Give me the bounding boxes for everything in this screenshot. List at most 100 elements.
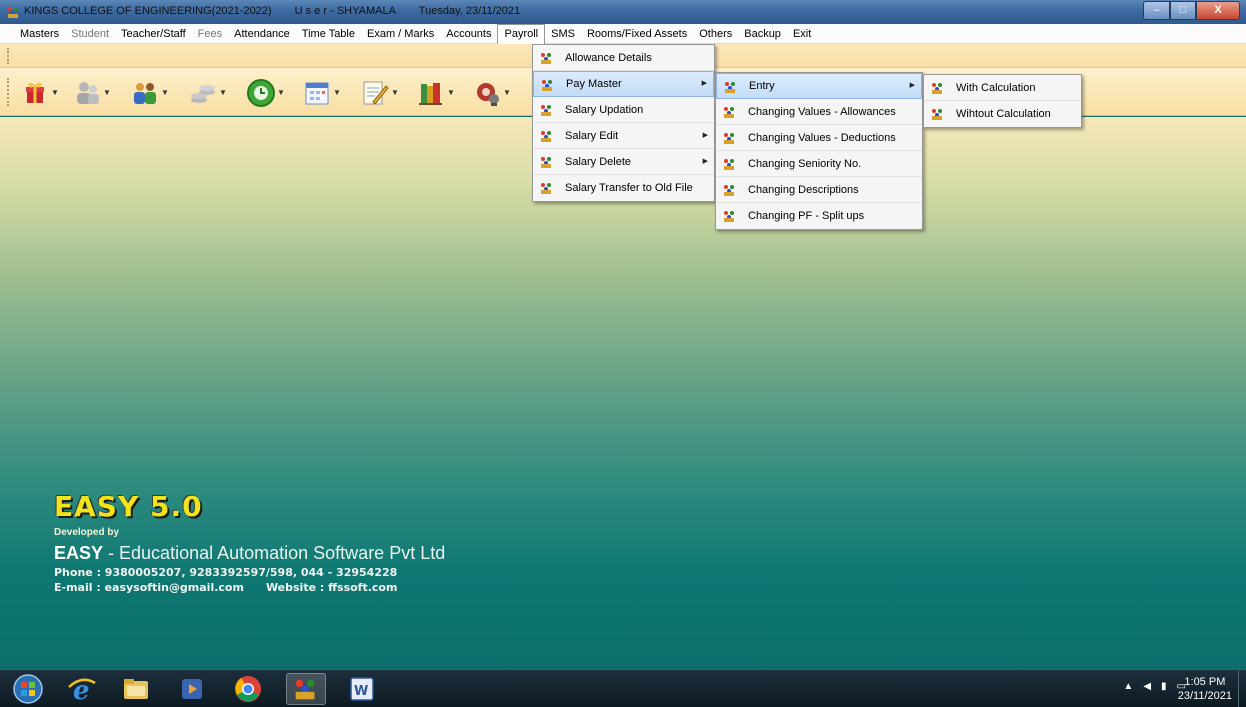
network-icon[interactable]: ▮: [1161, 681, 1167, 692]
submenu-arrow-icon: ▶: [909, 82, 915, 89]
payroll-item-salary-edit[interactable]: Salary Edit ▶: [533, 123, 714, 149]
paymaster-item-changing-deductions[interactable]: Changing Values - Deductions: [716, 125, 922, 151]
notepad-dropdown[interactable]: ▼: [390, 78, 400, 108]
menu-accounts[interactable]: Accounts: [440, 24, 497, 44]
title-college: KINGS COLLEGE OF ENGINEERING(2021-2022): [24, 5, 272, 17]
settings-user-icon[interactable]: [472, 78, 502, 108]
menu-sms[interactable]: SMS: [545, 24, 581, 44]
minimize-button[interactable]: –: [1143, 1, 1170, 20]
submenu-arrow-icon: ▶: [702, 132, 708, 139]
calendar-dropdown[interactable]: ▼: [332, 78, 342, 108]
gift-dropdown[interactable]: ▼: [50, 78, 60, 108]
toolbar-clock-group: ▼: [246, 76, 286, 110]
users-icon[interactable]: [72, 78, 102, 108]
notepad-pencil-icon[interactable]: [360, 78, 390, 108]
taskbar-clock[interactable]: 1:05 PM 23/11/2021: [1178, 675, 1232, 703]
internet-explorer-icon[interactable]: e: [66, 673, 98, 705]
people-icon: [541, 183, 551, 194]
company-full: - Educational Automation Software Pvt Lt…: [103, 543, 446, 563]
toolbar-books-group: ▼: [416, 76, 456, 110]
menu-student[interactable]: Student: [65, 24, 115, 44]
maximize-button[interactable]: □: [1170, 1, 1196, 20]
menu-rooms-fixed-assets[interactable]: Rooms/Fixed Assets: [581, 24, 693, 44]
coins-icon[interactable]: [188, 78, 218, 108]
show-desktop-button[interactable]: [1238, 670, 1246, 707]
menu-attendance[interactable]: Attendance: [228, 24, 296, 44]
toolbar-gift-group: ▼: [20, 76, 60, 110]
people-icon: [725, 82, 735, 93]
close-button[interactable]: X: [1196, 1, 1240, 20]
settings-dropdown[interactable]: ▼: [502, 78, 512, 108]
easy-app-taskbar-icon[interactable]: [286, 673, 326, 705]
gift-icon[interactable]: [20, 78, 50, 108]
books-icon[interactable]: [416, 78, 446, 108]
paymaster-item-changing-pf[interactable]: Changing PF - Split ups: [716, 203, 922, 229]
payroll-item-label: Salary Updation: [565, 104, 644, 116]
chrome-icon[interactable]: [232, 673, 264, 705]
taskbar: e W ▲ ◀ ▮ ▭ 1:05 PM 23/11/2021: [0, 669, 1246, 707]
people-icon: [541, 53, 551, 64]
payroll-item-label: Salary Delete: [565, 156, 632, 168]
company-name: EASY - Educational Automation Software P…: [54, 543, 445, 564]
contact-website: Website : ffssoft.com: [265, 581, 398, 594]
payroll-item-label: Allowance Details: [565, 52, 652, 64]
show-hidden-icons-icon[interactable]: ▲: [1123, 681, 1133, 692]
people-icon: [724, 107, 734, 118]
calendar-icon[interactable]: [302, 78, 332, 108]
developed-by-label: Developed by: [54, 527, 120, 538]
payroll-item-allowance-details[interactable]: Allowance Details: [533, 45, 714, 71]
word-icon[interactable]: W: [346, 673, 378, 705]
media-player-icon[interactable]: [176, 673, 208, 705]
books-dropdown[interactable]: ▼: [446, 78, 456, 108]
people-icon: [541, 157, 551, 168]
coins-dropdown[interactable]: ▼: [218, 78, 228, 108]
menu-time-table[interactable]: Time Table: [296, 24, 361, 44]
payroll-item-label: Salary Transfer to Old File: [565, 182, 693, 194]
payroll-item-salary-transfer[interactable]: Salary Transfer to Old File: [533, 175, 714, 201]
entry-item-label: Wihtout Calculation: [956, 108, 1051, 120]
paymaster-item-changing-allowances[interactable]: Changing Values - Allowances: [716, 99, 922, 125]
menu-fees[interactable]: Fees: [192, 24, 228, 44]
paymaster-submenu: Entry ▶ Changing Values - Allowances Cha…: [715, 72, 923, 230]
payroll-item-salary-delete[interactable]: Salary Delete ▶: [533, 149, 714, 175]
file-explorer-icon[interactable]: [120, 673, 152, 705]
paymaster-item-label: Changing Values - Deductions: [748, 132, 896, 144]
people-icon: [542, 80, 552, 91]
users-dropdown[interactable]: ▼: [102, 78, 112, 108]
volume-icon[interactable]: ◀: [1143, 681, 1151, 692]
people-icon: [541, 131, 551, 142]
staff-icon[interactable]: [130, 78, 160, 108]
title-date: Tuesday, 23/11/2021: [418, 5, 521, 17]
submenu-arrow-icon: ▶: [701, 80, 707, 87]
menu-others[interactable]: Others: [693, 24, 738, 44]
paymaster-item-changing-descriptions[interactable]: Changing Descriptions: [716, 177, 922, 203]
staff-dropdown[interactable]: ▼: [160, 78, 170, 108]
people-icon: [724, 133, 734, 144]
clock-icon[interactable]: [246, 78, 276, 108]
menu-teacher-staff[interactable]: Teacher/Staff: [115, 24, 192, 44]
band-grip[interactable]: [7, 48, 9, 64]
payroll-item-salary-updation[interactable]: Salary Updation: [533, 97, 714, 123]
menu-backup[interactable]: Backup: [738, 24, 787, 44]
paymaster-item-label: Changing Seniority No.: [748, 158, 862, 170]
people-icon: [541, 105, 551, 116]
paymaster-item-changing-seniority[interactable]: Changing Seniority No.: [716, 151, 922, 177]
contact-phone: Phone : 9380005207, 9283392597/598, 044 …: [54, 566, 398, 579]
menu-exit[interactable]: Exit: [787, 24, 817, 44]
clock-time: 1:05 PM: [1184, 676, 1226, 688]
entry-item-label: With Calculation: [956, 82, 1036, 94]
menu-payroll[interactable]: Payroll: [497, 23, 546, 44]
clock-dropdown[interactable]: ▼: [276, 78, 286, 108]
entry-item-without-calculation[interactable]: Wihtout Calculation: [924, 101, 1081, 127]
start-button-icon[interactable]: [12, 673, 44, 705]
entry-item-with-calculation[interactable]: With Calculation: [924, 75, 1081, 101]
menu-exam-marks[interactable]: Exam / Marks: [361, 24, 440, 44]
payroll-item-pay-master[interactable]: Pay Master ▶: [533, 71, 714, 97]
paymaster-item-entry[interactable]: Entry ▶: [716, 73, 922, 99]
paymaster-item-label: Changing Values - Allowances: [748, 106, 896, 118]
menu-masters[interactable]: Masters: [14, 24, 65, 44]
payroll-dropdown: Allowance Details Pay Master ▶ Salary Up…: [532, 44, 715, 202]
toolbar-grip[interactable]: [7, 78, 9, 106]
window-title: KINGS COLLEGE OF ENGINEERING(2021-2022) …: [24, 5, 540, 17]
paymaster-item-label: Changing Descriptions: [748, 184, 859, 196]
